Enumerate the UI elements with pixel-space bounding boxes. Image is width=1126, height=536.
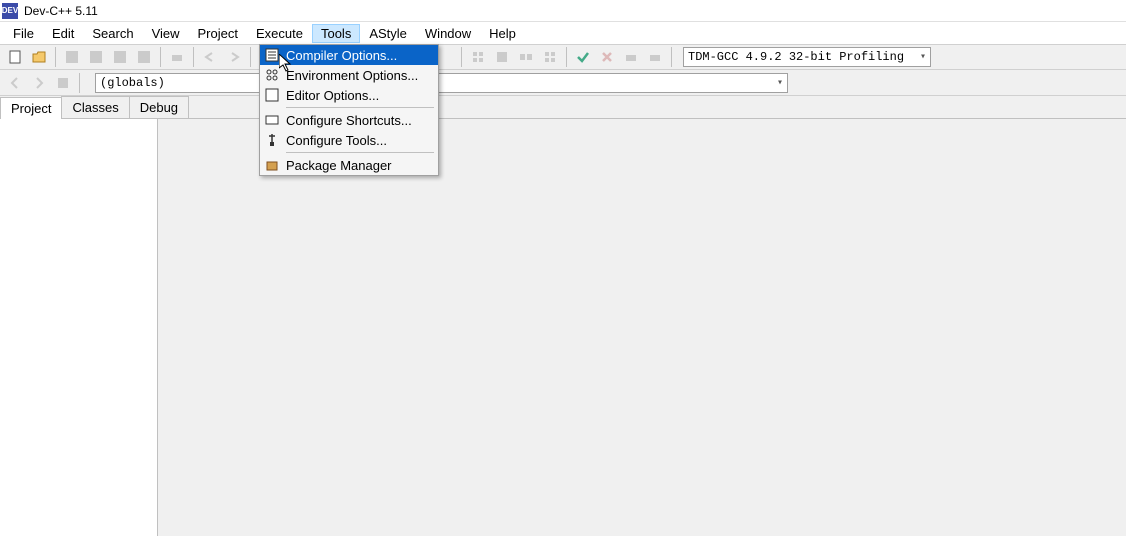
menu-astyle[interactable]: AStyle	[360, 24, 416, 43]
compiler-options-icon	[264, 47, 280, 63]
titlebar: DEV Dev-C++ 5.11	[0, 0, 1126, 22]
undo-button[interactable]	[199, 46, 221, 68]
toolbar-separator	[566, 47, 567, 67]
menu-editor-options[interactable]: Editor Options...	[260, 85, 438, 105]
tab-project[interactable]: Project	[0, 97, 62, 119]
tab-debug[interactable]: Debug	[129, 96, 189, 118]
menu-configure-shortcuts[interactable]: Configure Shortcuts...	[260, 110, 438, 130]
print-button[interactable]	[166, 46, 188, 68]
menu-window[interactable]: Window	[416, 24, 480, 43]
window-title: Dev-C++ 5.11	[24, 4, 98, 18]
menu-compiler-options[interactable]: Compiler Options...	[260, 45, 438, 65]
menu-configure-tools[interactable]: Configure Tools...	[260, 130, 438, 150]
menu-edit[interactable]: Edit	[43, 24, 83, 43]
save-as-button[interactable]	[109, 46, 131, 68]
menu-help[interactable]: Help	[480, 24, 525, 43]
toolbar-separator	[55, 47, 56, 67]
compiler-value: TDM-GCC 4.9.2 32-bit Profiling	[688, 50, 904, 64]
menu-view[interactable]: View	[143, 24, 189, 43]
globals-value: (globals)	[100, 76, 165, 90]
menu-label: Configure Shortcuts...	[286, 113, 412, 128]
content-area	[0, 119, 1126, 536]
run-button[interactable]	[491, 46, 513, 68]
menu-label: Editor Options...	[286, 88, 379, 103]
menu-separator	[286, 152, 434, 153]
new-file-button[interactable]	[4, 46, 26, 68]
open-file-button[interactable]	[28, 46, 50, 68]
save-button[interactable]	[61, 46, 83, 68]
shortcuts-icon	[264, 112, 280, 128]
menu-search[interactable]: Search	[83, 24, 142, 43]
project-sidebar	[0, 119, 158, 536]
compile-run-button[interactable]	[515, 46, 537, 68]
bookmark-button[interactable]	[52, 72, 74, 94]
chevron-down-icon: ▾	[777, 77, 783, 89]
toolbar-separator	[79, 73, 80, 93]
globals-dropdown[interactable]: (globals) ▾	[95, 73, 788, 93]
environment-options-icon	[264, 67, 280, 83]
menu-label: Compiler Options...	[286, 48, 397, 63]
editor-options-icon	[264, 87, 280, 103]
forward-button[interactable]	[28, 72, 50, 94]
toolbar-separator	[193, 47, 194, 67]
save-all-button[interactable]	[85, 46, 107, 68]
menu-file[interactable]: File	[4, 24, 43, 43]
menu-execute[interactable]: Execute	[247, 24, 312, 43]
compile-button[interactable]	[467, 46, 489, 68]
menu-project[interactable]: Project	[189, 24, 247, 43]
menubar: File Edit Search View Project Execute To…	[0, 22, 1126, 44]
compiler-dropdown[interactable]: TDM-GCC 4.9.2 32-bit Profiling ▾	[683, 47, 931, 67]
toolbar-separator	[250, 47, 251, 67]
toolbar-separator	[461, 47, 462, 67]
menu-environment-options[interactable]: Environment Options...	[260, 65, 438, 85]
menu-package-manager[interactable]: Package Manager	[260, 155, 438, 175]
menu-label: Package Manager	[286, 158, 392, 173]
toolbar-separator	[160, 47, 161, 67]
menu-tools[interactable]: Tools	[312, 24, 360, 43]
editor-area	[158, 119, 1126, 536]
app-icon: DEV	[2, 3, 18, 19]
back-button[interactable]	[4, 72, 26, 94]
toolbar-separator	[671, 47, 672, 67]
tools-icon	[264, 132, 280, 148]
package-manager-icon	[264, 157, 280, 173]
debug-button[interactable]	[572, 46, 594, 68]
profile-analysis-button[interactable]	[644, 46, 666, 68]
profile-button[interactable]	[620, 46, 642, 68]
tools-dropdown: Compiler Options... Environment Options.…	[259, 44, 439, 176]
menu-label: Configure Tools...	[286, 133, 387, 148]
menu-label: Environment Options...	[286, 68, 418, 83]
close-button[interactable]	[133, 46, 155, 68]
rebuild-button[interactable]	[539, 46, 561, 68]
tab-classes[interactable]: Classes	[61, 96, 129, 118]
stop-button[interactable]	[596, 46, 618, 68]
menu-separator	[286, 107, 434, 108]
toolbar-main: TDM-GCC 4.9.2 32-bit Profiling ▾	[0, 44, 1126, 70]
toolbar-nav: (globals) ▾	[0, 70, 1126, 96]
chevron-down-icon: ▾	[920, 51, 926, 63]
redo-button[interactable]	[223, 46, 245, 68]
sidebar-tabs: Project Classes Debug	[0, 96, 1126, 119]
